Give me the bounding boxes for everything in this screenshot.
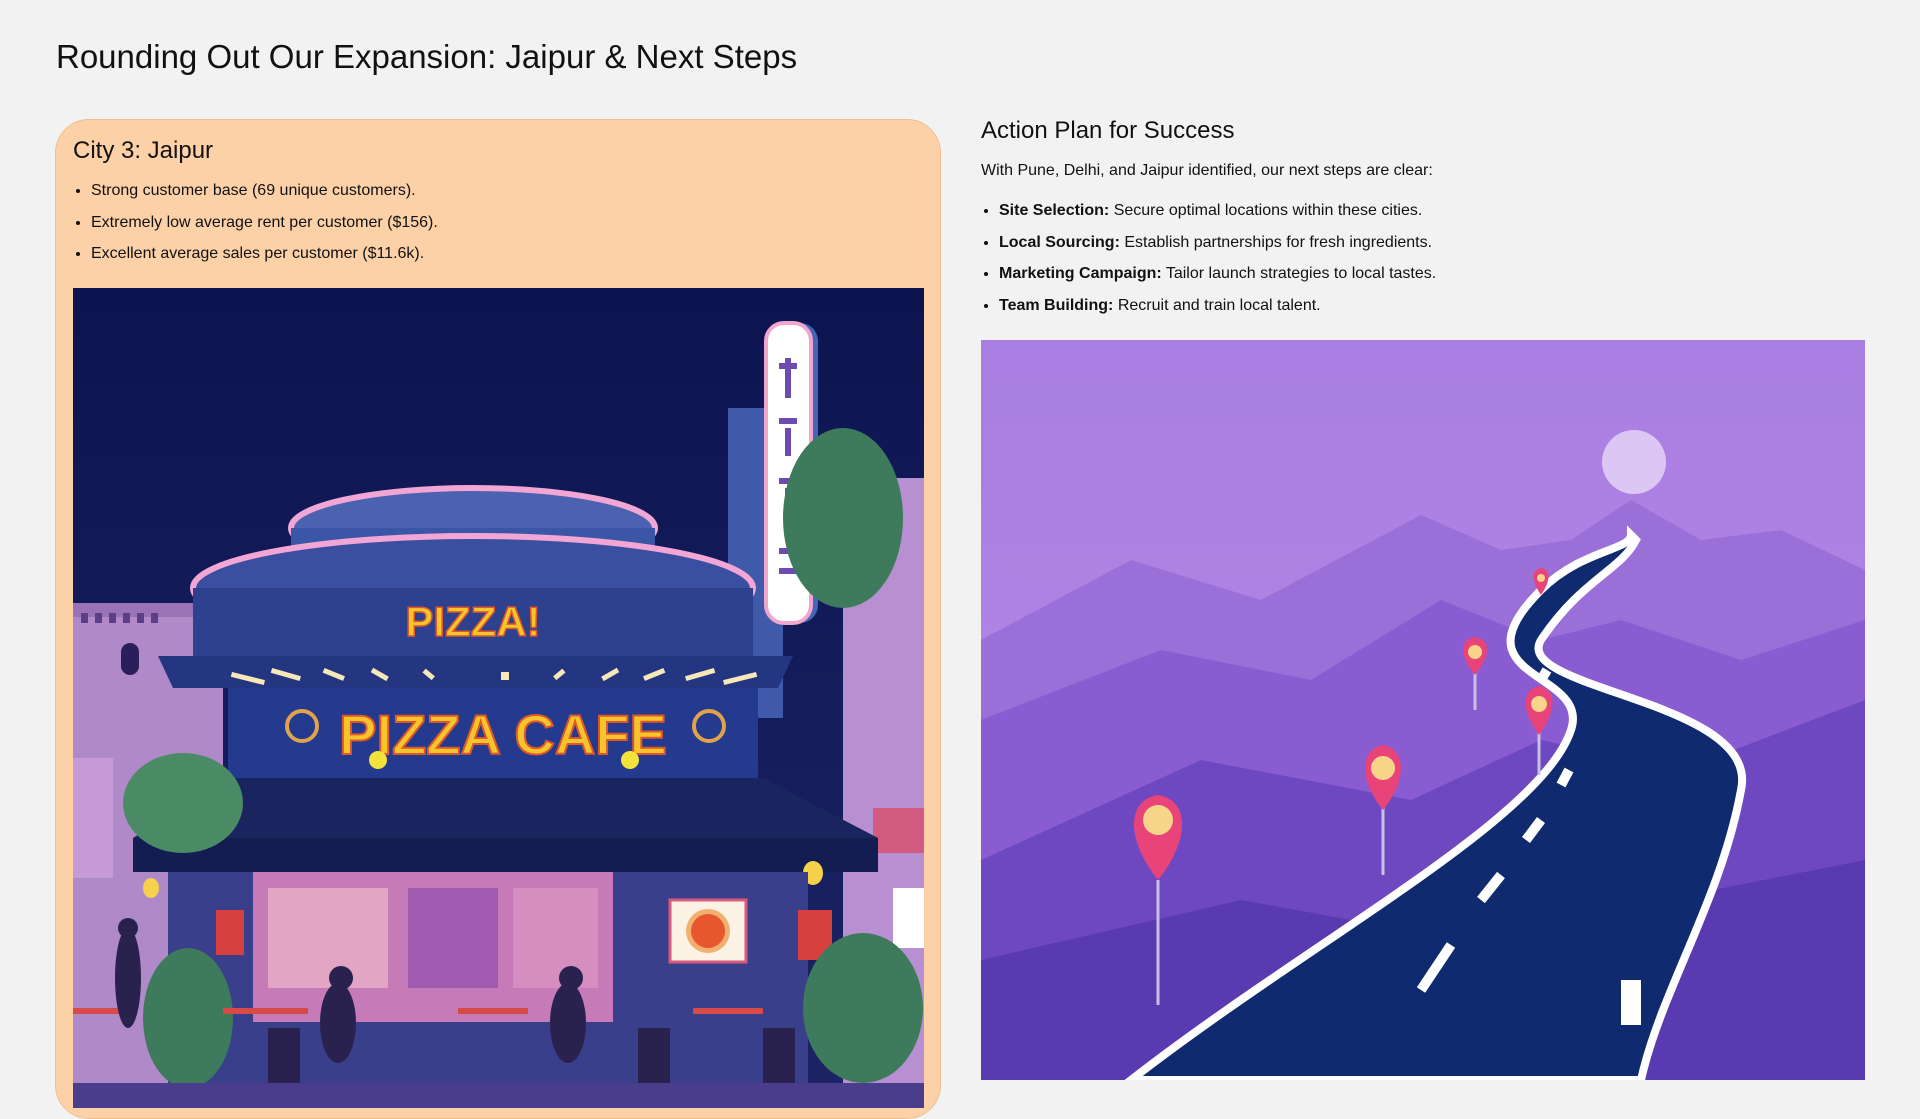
plan-step-label: Local Sourcing: bbox=[999, 233, 1120, 251]
plan-step-list: Site Selection: Secure optimal locations… bbox=[981, 201, 1436, 327]
city-bullet-list: Strong customer base (69 unique customer… bbox=[73, 181, 438, 276]
plan-step-text: Tailor launch strategies to local tastes… bbox=[1165, 265, 1437, 282]
city-bullet: Extremely low average rent per customer … bbox=[91, 213, 438, 245]
page-title: Rounding Out Our Expansion: Jaipur & Nex… bbox=[56, 38, 798, 75]
plan-step-text: Secure optimal locations within these ci… bbox=[1113, 202, 1423, 219]
plan-step: Site Selection: Secure optimal locations… bbox=[999, 201, 1436, 233]
city-card: City 3: Jaipur Strong customer base (69 … bbox=[55, 119, 941, 1119]
plan-step-label: Site Selection: bbox=[999, 202, 1110, 219]
plan-step: Local Sourcing: Establish partnerships f… bbox=[999, 233, 1436, 265]
plan-step-label: Marketing Campaign: bbox=[999, 265, 1162, 282]
plan-intro: With Pune, Delhi, and Jaipur identified,… bbox=[981, 162, 1433, 179]
plan-step: Marketing Campaign: Tailor launch strate… bbox=[999, 264, 1436, 296]
pizza-cafe-illustration: PIZZA! PIZZA CAFE bbox=[73, 288, 924, 1108]
city-bullet: Excellent average sales per customer ($1… bbox=[91, 244, 438, 276]
plan-heading: Action Plan for Success bbox=[981, 117, 1235, 144]
road-to-success-illustration bbox=[981, 340, 1865, 1080]
pizza-cafe-sign: PIZZA CAFE bbox=[339, 703, 667, 766]
plan-step-text: Establish partnerships for fresh ingredi… bbox=[1124, 233, 1433, 251]
city-heading: City 3: Jaipur bbox=[73, 137, 214, 164]
city-bullet: Strong customer base (69 unique customer… bbox=[91, 181, 438, 213]
pizza-sign-small: PIZZA! bbox=[405, 598, 540, 645]
plan-step: Team Building: Recruit and train local t… bbox=[999, 296, 1436, 328]
plan-step-label: Team Building: bbox=[999, 296, 1114, 314]
plan-step-text: Recruit and train local talent. bbox=[1117, 296, 1321, 314]
